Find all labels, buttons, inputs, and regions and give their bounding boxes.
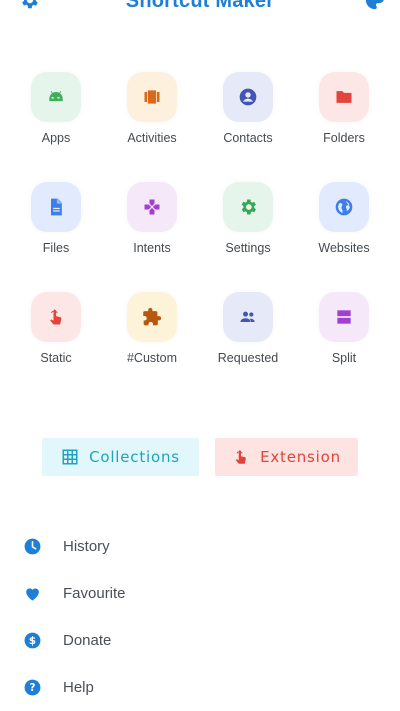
tile-label: Apps bbox=[41, 131, 71, 145]
menu-item-history[interactable]: History bbox=[0, 523, 400, 570]
tile-label: Intents bbox=[133, 241, 171, 255]
menu-item-help[interactable]: ? Help bbox=[0, 664, 400, 711]
contact-icon bbox=[223, 72, 273, 122]
heart-icon bbox=[22, 584, 42, 604]
tile-activities[interactable]: Activities bbox=[104, 72, 200, 182]
people-icon bbox=[223, 292, 273, 342]
svg-text:$: $ bbox=[28, 635, 35, 647]
tile-folders[interactable]: Folders bbox=[296, 72, 392, 182]
tile-label: Activities bbox=[127, 131, 177, 145]
tile-label: Static bbox=[40, 351, 72, 365]
gear-icon bbox=[223, 182, 273, 232]
tile-custom[interactable]: #Custom bbox=[104, 292, 200, 402]
tile-static[interactable]: Static bbox=[8, 292, 104, 402]
menu-item-label: History bbox=[63, 538, 110, 555]
tile-requested[interactable]: Requested bbox=[200, 292, 296, 402]
svg-text:?: ? bbox=[29, 682, 35, 694]
tile-label: Requested bbox=[217, 351, 279, 365]
split-icon bbox=[319, 292, 369, 342]
menu-list: History Favourite $ Donate ? Help bbox=[0, 523, 400, 711]
extension-button[interactable]: Extension bbox=[215, 438, 358, 476]
palette-icon[interactable] bbox=[364, 0, 386, 11]
carousel-icon bbox=[127, 72, 177, 122]
menu-item-donate[interactable]: $ Donate bbox=[0, 617, 400, 664]
globe-icon bbox=[319, 182, 369, 232]
shortcut-type-grid: Apps Activities Contacts Folders Files I… bbox=[8, 72, 392, 402]
menu-item-favourite[interactable]: Favourite bbox=[0, 570, 400, 617]
puzzle-icon bbox=[127, 292, 177, 342]
app-header: Shortcut Maker bbox=[0, 0, 400, 14]
collections-button[interactable]: Collections bbox=[42, 438, 199, 476]
tile-label: Contacts bbox=[223, 131, 273, 145]
tile-contacts[interactable]: Contacts bbox=[200, 72, 296, 182]
android-icon bbox=[31, 72, 81, 122]
tile-label: Settings bbox=[225, 241, 271, 255]
tile-apps[interactable]: Apps bbox=[8, 72, 104, 182]
tile-files[interactable]: Files bbox=[8, 182, 104, 292]
tile-label: Websites bbox=[318, 241, 370, 255]
tile-settings[interactable]: Settings bbox=[200, 182, 296, 292]
menu-item-label: Donate bbox=[63, 632, 112, 649]
collections-label: Collections bbox=[89, 448, 180, 466]
tile-intents[interactable]: Intents bbox=[104, 182, 200, 292]
app-title: Shortcut Maker bbox=[125, 0, 275, 12]
gamepad-icon bbox=[127, 182, 177, 232]
main-screen: Shortcut Maker Apps Activities Contacts … bbox=[0, 0, 400, 711]
grid-icon bbox=[62, 449, 78, 465]
help-icon: ? bbox=[22, 678, 42, 698]
tile-websites[interactable]: Websites bbox=[296, 182, 392, 292]
dollar-icon: $ bbox=[22, 631, 42, 651]
tile-label: Split bbox=[331, 351, 357, 365]
tile-label: Folders bbox=[323, 131, 365, 145]
extension-label: Extension bbox=[260, 448, 341, 466]
menu-item-label: Favourite bbox=[63, 585, 126, 602]
clock-icon bbox=[22, 537, 42, 557]
touch-icon bbox=[235, 450, 246, 464]
touch-icon bbox=[31, 292, 81, 342]
menu-item-label: Help bbox=[63, 679, 94, 696]
folder-icon bbox=[319, 72, 369, 122]
tile-label: #Custom bbox=[126, 351, 178, 365]
tile-label: Files bbox=[42, 241, 70, 255]
tile-split[interactable]: Split bbox=[296, 292, 392, 402]
file-icon bbox=[31, 182, 81, 232]
